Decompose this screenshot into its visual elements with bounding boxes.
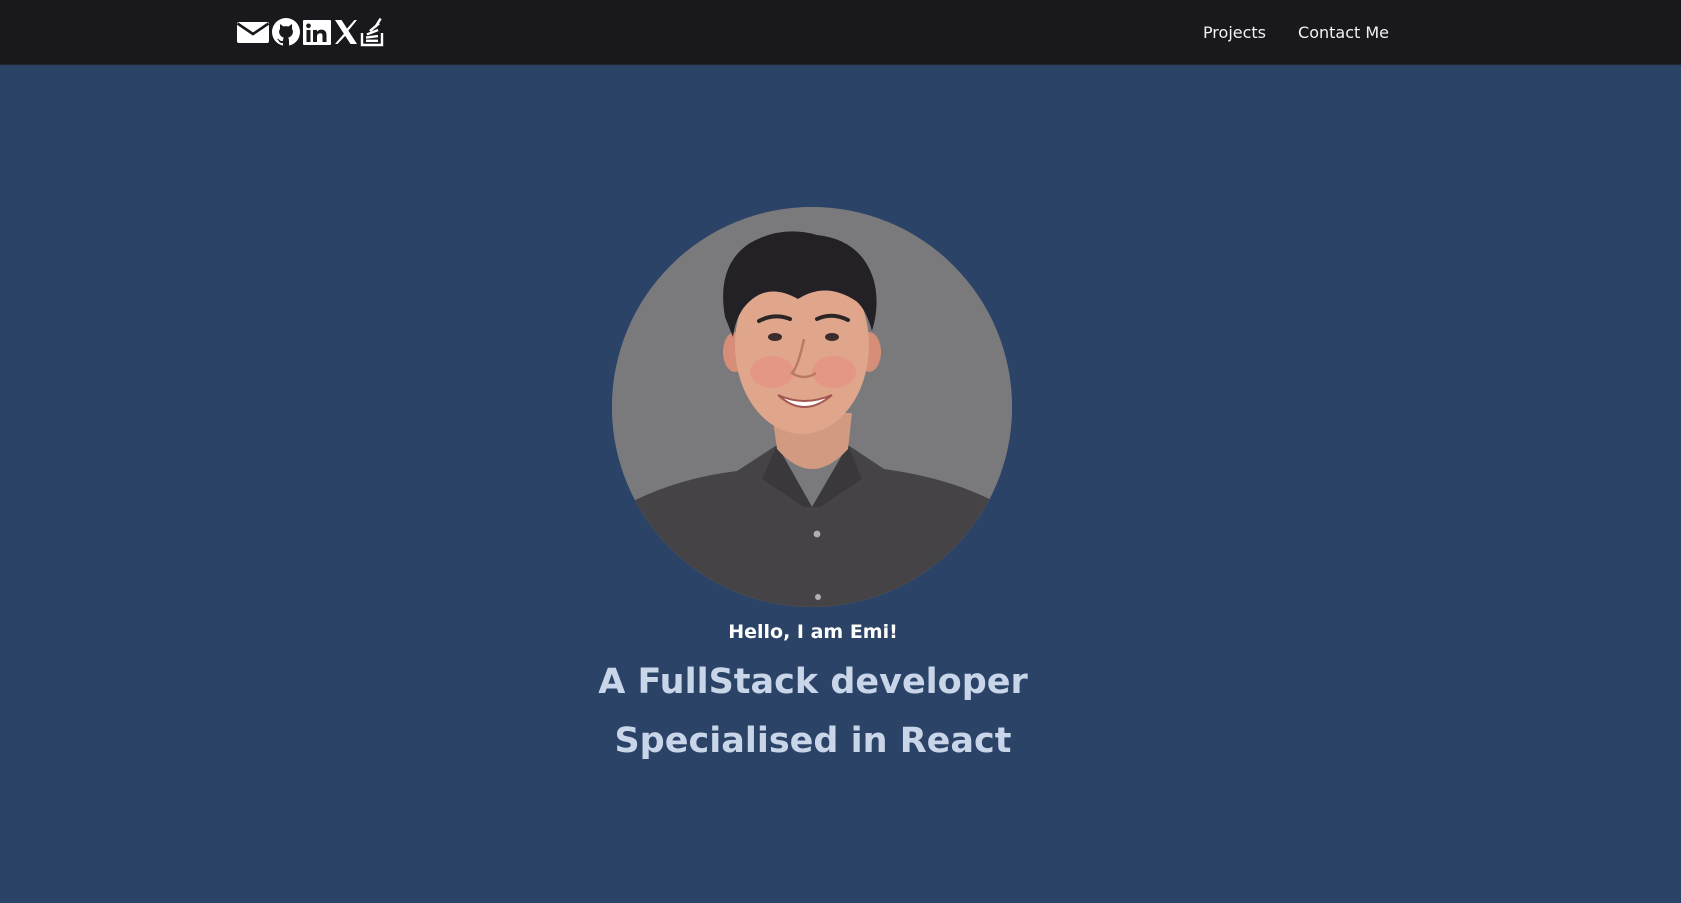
headline-line-1: A FullStack developer bbox=[598, 662, 1028, 702]
linkedin-icon bbox=[303, 20, 331, 45]
linkedin-link[interactable] bbox=[302, 17, 332, 47]
profile-portrait bbox=[612, 207, 1012, 607]
mail-icon bbox=[236, 22, 270, 43]
email-link[interactable] bbox=[236, 17, 270, 47]
social-links bbox=[236, 17, 386, 47]
hero-section: Hello, I am Emi! A FullStack developer S… bbox=[0, 65, 1681, 903]
navbar: Projects Contact Me bbox=[0, 0, 1681, 65]
headline-line-2: Specialised in React bbox=[614, 721, 1012, 761]
greeting-text: Hello, I am Emi! bbox=[728, 621, 898, 643]
stackoverflow-icon bbox=[360, 17, 384, 47]
x-link[interactable] bbox=[333, 17, 359, 47]
main-nav: Projects Contact Me bbox=[1203, 0, 1389, 65]
x-icon bbox=[335, 20, 357, 44]
stackoverflow-link[interactable] bbox=[360, 17, 386, 47]
nav-link-projects[interactable]: Projects bbox=[1203, 23, 1266, 42]
profile-photo bbox=[612, 207, 1012, 607]
nav-link-contact[interactable]: Contact Me bbox=[1298, 23, 1389, 42]
github-link[interactable] bbox=[271, 17, 301, 47]
github-icon bbox=[272, 18, 300, 46]
